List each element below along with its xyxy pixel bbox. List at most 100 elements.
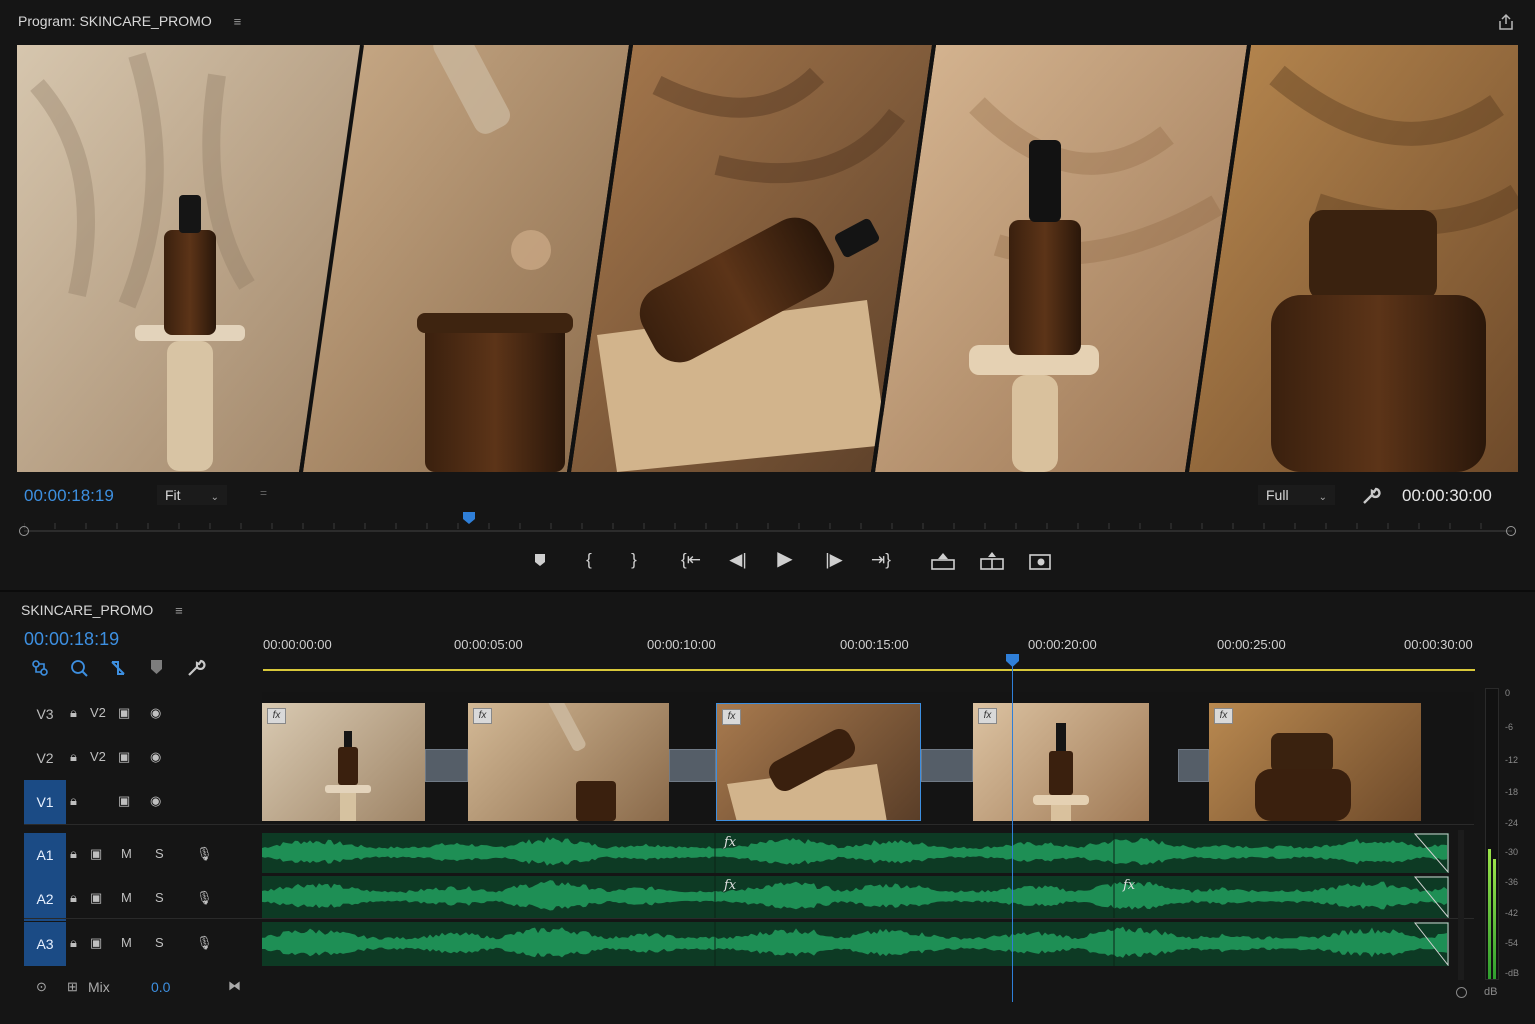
track-label-a1[interactable]: A1 (24, 833, 66, 877)
linked-selection-icon[interactable] (108, 658, 128, 678)
meter-label: 0 (1505, 688, 1511, 698)
mix-bowtie-icon[interactable]: ⧓ (228, 978, 241, 994)
eye-icon[interactable]: ◉ (150, 793, 161, 809)
clip-thumbnail (1255, 733, 1351, 821)
mix-grid-icon[interactable]: ⊞ (67, 979, 78, 995)
eye-icon[interactable]: ◉ (150, 749, 161, 765)
timeline-settings-wrench-icon[interactable] (186, 658, 206, 678)
program-monitor-title: Program: SKINCARE_PROMO ≡ (18, 13, 241, 29)
sequence-tab[interactable]: SKINCARE_PROMO ≡ (21, 602, 183, 618)
panel-menu-icon[interactable]: ≡ (234, 14, 242, 29)
source-patch-v3[interactable]: V2 (90, 705, 106, 720)
scrubber-start-handle[interactable] (19, 526, 29, 536)
add-marker-icon[interactable] (526, 552, 554, 573)
transition[interactable] (425, 749, 468, 782)
transition[interactable] (921, 749, 973, 782)
go-to-out-icon[interactable]: ⇥} (866, 550, 896, 570)
track-divider (24, 918, 1474, 919)
lock-icon[interactable]: 🔒︎ (70, 705, 77, 721)
audio-waveform (262, 922, 1449, 966)
meter-label: -dB (1505, 968, 1520, 978)
lock-icon[interactable]: 🔒︎ (70, 935, 77, 951)
mark-out-icon[interactable]: } (620, 550, 648, 570)
source-patch-v2[interactable]: V2 (90, 749, 106, 764)
program-title-text: Program: SKINCARE_PROMO (18, 13, 212, 29)
nest-sequence-icon[interactable] (30, 658, 50, 678)
lift-icon[interactable] (930, 551, 956, 571)
lock-icon[interactable]: 🔒︎ (70, 890, 77, 906)
track-label-v2[interactable]: V2 (24, 736, 66, 780)
vertical-zoom-track[interactable] (1458, 830, 1464, 980)
solo-button-a3[interactable]: S (155, 935, 164, 950)
lock-icon[interactable]: 🔒︎ (70, 749, 77, 765)
meter-level-left (1488, 849, 1491, 979)
work-area-bar[interactable] (263, 669, 1475, 671)
lock-icon[interactable]: 🔒︎ (70, 793, 77, 809)
scrubber-track[interactable] (24, 530, 1512, 532)
track-label-v3[interactable]: V3 (24, 692, 66, 736)
track-divider (24, 824, 1474, 825)
program-timecode[interactable]: 00:00:18:19 (24, 486, 114, 506)
play-icon[interactable]: ▶ (771, 549, 799, 569)
video-clip[interactable]: fx (468, 703, 669, 821)
timecode-clock-icon[interactable]: ⊙ (36, 979, 47, 995)
export-frame-camera-icon[interactable] (1028, 551, 1052, 571)
solo-button-a2[interactable]: S (155, 890, 164, 905)
fit-dropdown[interactable]: Fit ⌄ (157, 485, 227, 505)
step-back-icon[interactable]: ◀| (724, 550, 752, 570)
sync-lock-icon[interactable]: ▣ (90, 846, 102, 862)
wrench-icon[interactable] (1360, 485, 1382, 507)
fit-dropdown-value: Fit (165, 487, 181, 503)
video-clip-selected[interactable]: fx (716, 703, 921, 821)
video-clip[interactable]: fx (262, 703, 425, 821)
microphone-icon[interactable]: 🎙︎ (196, 890, 213, 906)
audio-clip-a3[interactable] (262, 922, 1449, 966)
timeline-timecode[interactable]: 00:00:18:19 (24, 629, 119, 650)
transition[interactable] (669, 749, 716, 782)
meter-label: -24 (1505, 818, 1519, 828)
go-to-in-icon[interactable]: {⇤ (676, 550, 706, 570)
mute-button-a2[interactable]: M (121, 890, 132, 905)
program-playhead-icon[interactable] (462, 511, 476, 525)
video-clip[interactable]: fx (1209, 703, 1421, 821)
step-forward-icon[interactable]: |▶ (820, 550, 848, 570)
sync-lock-icon[interactable]: ▣ (118, 793, 130, 809)
settings-handle-icon[interactable]: = (260, 486, 267, 500)
sync-lock-icon[interactable]: ▣ (90, 935, 102, 951)
video-clip[interactable]: fx (973, 703, 1149, 821)
ruler-time-25: 00:00:25:00 (1217, 637, 1286, 652)
mute-button-a3[interactable]: M (121, 935, 132, 950)
video-frame-image (17, 45, 1518, 472)
mix-volume-value[interactable]: 0.0 (151, 979, 170, 995)
microphone-icon[interactable]: 🎙︎ (196, 935, 213, 951)
playback-resolution-dropdown[interactable]: Full ⌄ (1258, 485, 1335, 505)
panel-menu-icon[interactable]: ≡ (175, 603, 183, 618)
sync-lock-icon[interactable]: ▣ (118, 749, 130, 765)
microphone-icon[interactable]: 🎙︎ (196, 846, 213, 862)
snap-icon[interactable] (69, 658, 89, 678)
track-label-a3[interactable]: A3 (24, 922, 66, 966)
export-frame-icon[interactable] (1496, 12, 1516, 32)
audio-clip-a1[interactable]: fx (262, 833, 1449, 873)
sync-lock-icon[interactable]: ▣ (90, 890, 102, 906)
extract-icon[interactable] (979, 551, 1005, 571)
audio-clip-a2[interactable]: fx fx (262, 876, 1449, 918)
meter-solo-toggle[interactable] (1456, 987, 1467, 998)
meter-label: -12 (1505, 755, 1519, 765)
timeline-playhead-icon[interactable] (1005, 653, 1020, 668)
transition[interactable] (1178, 749, 1209, 782)
lock-icon[interactable]: 🔒︎ (70, 846, 77, 862)
solo-button-a1[interactable]: S (155, 846, 164, 861)
mute-button-a1[interactable]: M (121, 846, 132, 861)
track-label-v1[interactable]: V1 (24, 780, 66, 824)
audio-meter (1485, 688, 1499, 980)
sync-lock-icon[interactable]: ▣ (118, 705, 130, 721)
ruler-time-5: 00:00:05:00 (454, 637, 523, 652)
ruler-time-30: 00:00:30:00 (1404, 637, 1473, 652)
clip-thumbnail (1033, 723, 1089, 821)
mark-in-icon[interactable]: { (575, 550, 603, 570)
add-marker-timeline-icon[interactable] (148, 658, 166, 678)
eye-icon[interactable]: ◉ (150, 705, 161, 721)
track-label-a2[interactable]: A2 (24, 877, 66, 921)
scrubber-end-handle[interactable] (1506, 526, 1516, 536)
